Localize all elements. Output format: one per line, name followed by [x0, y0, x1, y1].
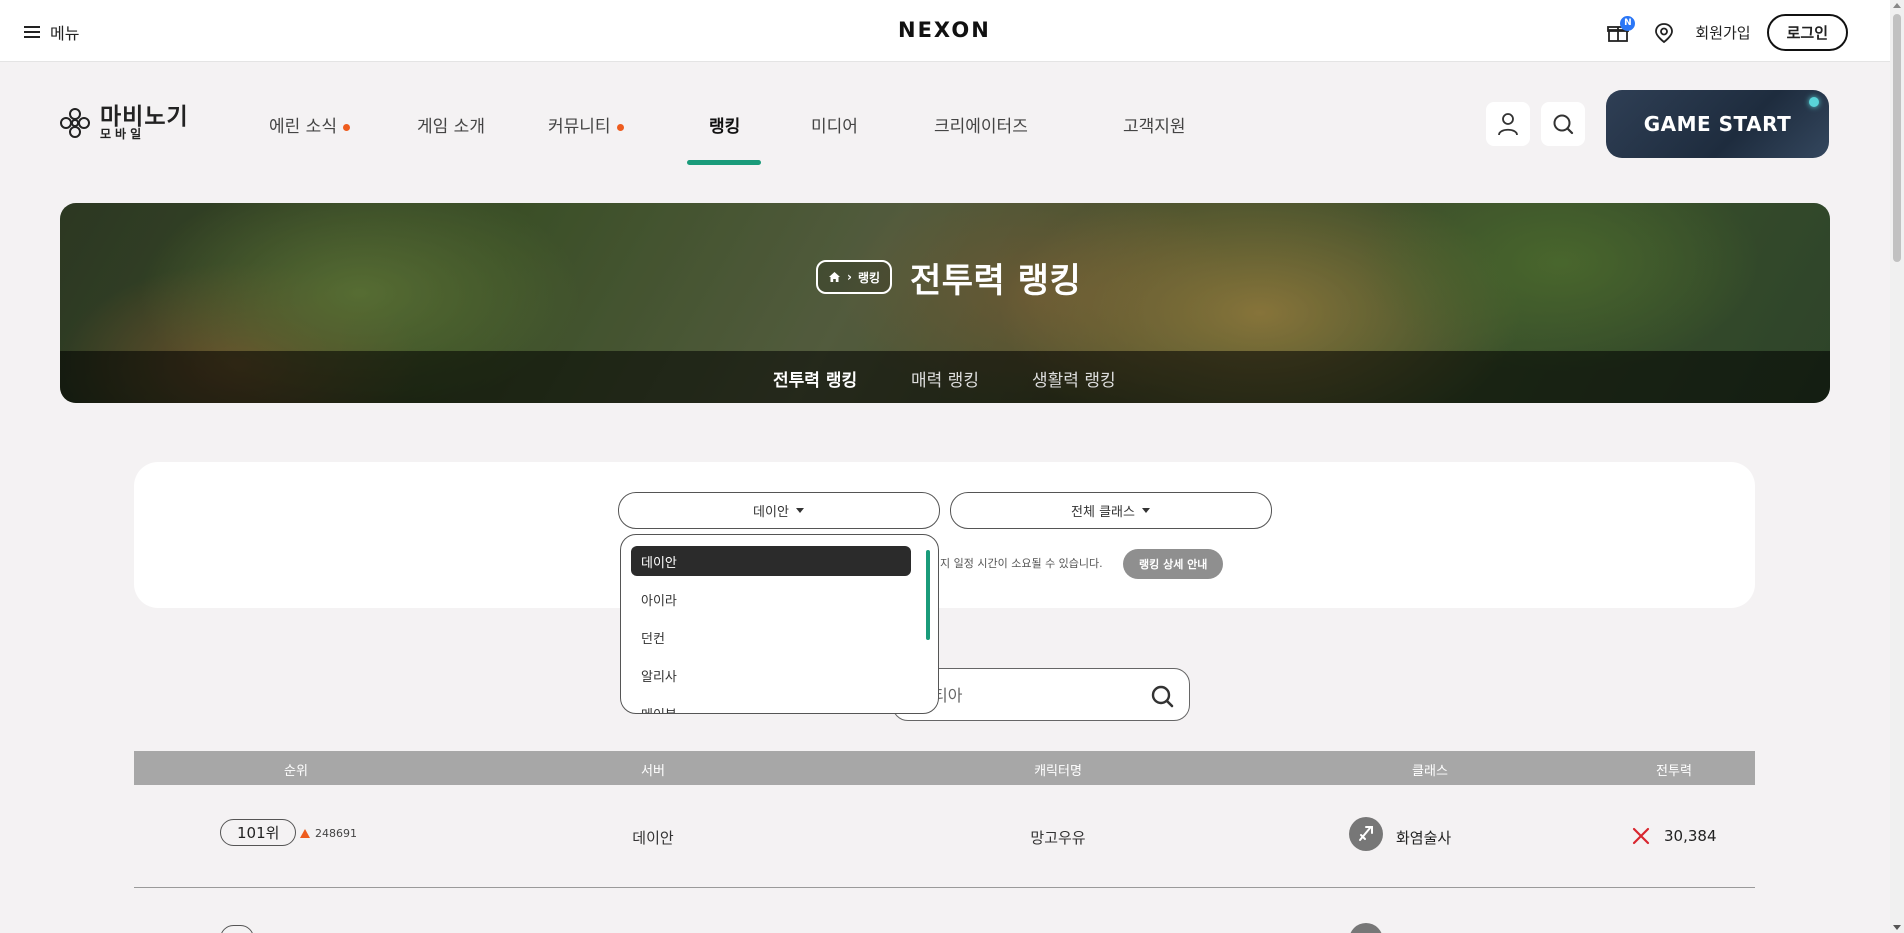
breadcrumb-separator: ›: [847, 270, 852, 284]
character-search-input[interactable]: [933, 684, 1133, 703]
server-cell: 데이안: [632, 829, 674, 847]
page-scrollbar[interactable]: [1890, 0, 1904, 933]
page-title: 전투력 랭킹: [910, 261, 1082, 301]
server-option[interactable]: 데이안: [631, 546, 911, 576]
filter-card: [134, 462, 1755, 608]
chevron-down-icon: [795, 508, 804, 513]
crossed-swords-icon: [1632, 827, 1650, 845]
breadcrumb-current: 랭킹: [857, 270, 881, 285]
top-bar: 메뉴 NEXON N 회원가입 로그인: [0, 0, 1890, 62]
server-select[interactable]: 데이안: [618, 492, 940, 529]
game-start-button[interactable]: GAME START: [1606, 90, 1829, 158]
power-cell: 30,384: [1664, 827, 1717, 845]
header-class: 클래스: [1412, 764, 1448, 779]
breadcrumb[interactable]: › 랭킹: [816, 260, 893, 294]
user-icon: [1498, 113, 1518, 136]
location-pin-icon: [1655, 22, 1674, 43]
new-dot-icon: [342, 123, 350, 131]
hamburger-icon: [24, 25, 40, 39]
server-dropdown-list: 데이안 아이라 던컨 알리사 메이븐: [620, 534, 939, 714]
my-page-button[interactable]: [1486, 102, 1530, 146]
rank-badge: 101위: [220, 819, 297, 846]
server-option[interactable]: 메이븐: [631, 698, 911, 714]
scroll-down-arrow-icon[interactable]: [1893, 925, 1901, 930]
scroll-up-arrow-icon[interactable]: [1893, 3, 1901, 8]
dropdown-scrollbar[interactable]: [926, 550, 930, 640]
update-notice: 지 일정 시간이 소요될 수 있습니다.: [940, 557, 1103, 570]
search-icon: [1553, 114, 1574, 135]
header-server: 서버: [641, 764, 665, 779]
nav-active-indicator: [687, 160, 761, 165]
nexon-logo[interactable]: NEXON: [898, 18, 991, 42]
gift-box-button[interactable]: N: [1603, 15, 1636, 48]
rank-badge: [220, 925, 254, 933]
nav-item-erin-news[interactable]: 에린 소식: [269, 112, 350, 137]
server-option[interactable]: 알리사: [631, 660, 911, 690]
menu-button[interactable]: 메뉴: [24, 20, 79, 44]
character-search-button[interactable]: [1147, 681, 1177, 711]
sparkle-icon: [1809, 97, 1819, 107]
menu-label: 메뉴: [50, 24, 80, 43]
ranking-table-header: 순위 서버 캐릭터명 클래스 전투력: [134, 751, 1755, 785]
nav-item-community[interactable]: 커뮤니티: [548, 112, 624, 137]
rank-up-icon: [300, 829, 310, 838]
chevron-down-icon: [1141, 508, 1150, 513]
header-character: 캐릭터명: [1034, 764, 1082, 779]
signup-link[interactable]: 회원가입: [1695, 22, 1750, 43]
character-cell[interactable]: 망고우유: [1030, 827, 1085, 848]
server-option[interactable]: 아이라: [631, 584, 911, 614]
header-rank: 순위: [284, 764, 308, 779]
nav-item-support[interactable]: 고객지원: [1123, 112, 1186, 137]
tab-combat-power-ranking[interactable]: 전투력 랭킹: [766, 366, 864, 395]
nav-item-ranking[interactable]: 랭킹: [709, 112, 740, 137]
page-scrollbar-thumb[interactable]: [1893, 14, 1901, 262]
tab-charm-ranking[interactable]: 매력 랭킹: [911, 366, 979, 391]
table-row[interactable]: 101위 248691 데이안 망고우유 화염술사 30,384: [134, 785, 1755, 888]
header-power: 전투력: [1656, 764, 1692, 779]
class-cell: 화염술사: [1396, 829, 1452, 847]
mabinogi-knot-icon: [60, 108, 90, 138]
nav-item-game-intro[interactable]: 게임 소개: [417, 112, 485, 137]
search-icon: [1151, 685, 1174, 708]
game-logo[interactable]: 마비노기 모바일: [58, 106, 189, 140]
site-search-button[interactable]: [1541, 102, 1585, 146]
notification-badge: N: [1620, 15, 1636, 31]
rank-guide-button[interactable]: 랭킹 상세 안내: [1123, 549, 1224, 579]
tab-life-ranking[interactable]: 생활력 랭킹: [1032, 366, 1116, 391]
table-row[interactable]: [134, 889, 1755, 933]
rank-change: 248691: [300, 827, 357, 840]
server-option[interactable]: 던컨: [631, 622, 911, 652]
new-dot-icon: [616, 123, 624, 131]
nav-item-media[interactable]: 미디어: [811, 112, 858, 137]
login-button[interactable]: 로그인: [1766, 14, 1848, 51]
logo-title: 마비노기: [100, 104, 189, 130]
ranking-tabs: 전투력 랭킹 매력 랭킹 생활력 랭킹: [60, 351, 1830, 403]
fire-mage-class-icon: [1349, 817, 1383, 851]
class-icon: [1349, 923, 1383, 933]
class-select[interactable]: 전체 클래스: [950, 492, 1272, 529]
home-icon: [829, 272, 840, 282]
location-button[interactable]: [1649, 18, 1679, 48]
nav-item-creators[interactable]: 크리에이터즈: [934, 112, 1028, 137]
